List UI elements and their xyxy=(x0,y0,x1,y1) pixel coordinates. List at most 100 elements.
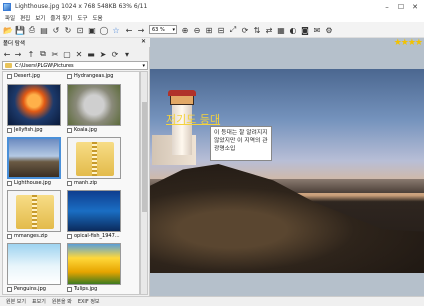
refresh-icon[interactable]: ⟳ xyxy=(240,25,250,35)
main-toolbar: 📂 💾 ⎙ ▤ ↺ ↻ ⊡ ▣ ◯ ☆ ← → 63 % ▾ ⊕ ⊖ ⊞ ⊟ ⤢… xyxy=(0,22,424,38)
checkbox[interactable] xyxy=(67,233,72,239)
refresh-icon[interactable]: ⟳ xyxy=(110,49,120,59)
status-original-view[interactable]: 원본 보기 xyxy=(6,298,26,305)
zip-icon[interactable] xyxy=(7,190,61,232)
camera-icon[interactable]: ◙ xyxy=(300,25,310,35)
thumbnail-caption: Koala.jpg xyxy=(67,127,123,133)
mail-icon[interactable]: ✉ xyxy=(312,25,322,35)
main-image[interactable]: 저기도 등대 이 등대는 잘 알려지지 않았지만 이 지역의 관광명소입 xyxy=(150,69,424,273)
panel-close-button[interactable]: ✕ xyxy=(141,38,146,45)
thumbnail-item[interactable]: Koala.jpg xyxy=(67,84,123,133)
thumbnail-image[interactable] xyxy=(67,84,121,126)
zoom-select[interactable]: 63 % ▾ xyxy=(149,25,177,34)
menu-file[interactable]: 파일 xyxy=(5,14,15,22)
checkbox[interactable] xyxy=(7,180,12,186)
thumbnail-caption: Lighthouse.jpg xyxy=(7,180,63,186)
menu-view[interactable]: 보기 xyxy=(35,14,45,22)
image-note[interactable]: 이 등대는 잘 알려지지 않았지만 이 지역의 관광명소입 xyxy=(210,126,272,161)
checkbox[interactable] xyxy=(67,127,72,133)
back-arrow-icon[interactable]: ← xyxy=(124,25,134,35)
thumbnail-caption: opical-fish_1947... xyxy=(67,233,123,239)
title-bar: Lighthouse.jpg 1024 x 768 548KB 63% 6/11… xyxy=(0,0,424,13)
status-table-view[interactable]: 표보기 xyxy=(32,298,46,305)
crop-icon[interactable]: ⊡ xyxy=(75,25,85,35)
zip-icon[interactable] xyxy=(67,137,121,179)
scrollbar-thumb[interactable] xyxy=(142,102,147,212)
thumbnail-item[interactable]: Penguins.jpg xyxy=(7,243,63,292)
adjust-icon[interactable]: ◐ xyxy=(288,25,298,35)
checkbox[interactable] xyxy=(67,286,72,292)
thumbnail-item[interactable]: Jellyfish.jpg xyxy=(7,84,63,133)
maximize-button[interactable]: ☐ xyxy=(394,0,408,13)
path-text: C:\Users\PLGW\Pictures xyxy=(15,62,74,69)
forward-icon[interactable]: → xyxy=(13,49,23,59)
settings-icon[interactable]: ⚙ xyxy=(324,25,334,35)
back-icon[interactable]: ← xyxy=(2,49,12,59)
menu-help[interactable]: 도움 xyxy=(93,14,103,22)
minimize-button[interactable]: – xyxy=(380,0,394,13)
thumbnail-item[interactable]: manh.zip xyxy=(67,137,123,186)
menu-edit[interactable]: 편집 xyxy=(20,14,30,22)
thumbnail-image[interactable] xyxy=(7,84,61,126)
thumbnail-caption[interactable]: Hydrangeas.jpg xyxy=(67,73,113,79)
open-folder-icon[interactable]: 📂 xyxy=(3,25,13,35)
checkbox[interactable] xyxy=(7,73,12,79)
status-bar: 원본 보기 표보기 원본을 봐 EXIF 정보 xyxy=(0,296,424,306)
thumbnail-caption: mmanges.zip xyxy=(7,233,63,239)
new-folder-icon[interactable]: ▬ xyxy=(86,49,96,59)
image-caption-title: 저기도 등대 xyxy=(166,113,221,126)
fullscreen-icon[interactable]: ▣ xyxy=(87,25,97,35)
flip-icon[interactable]: ⇅ xyxy=(252,25,262,35)
image-view[interactable]: ★★★★ 저기도 등대 이 등대는 잘 알려지지 않았지만 이 지역의 관광명소… xyxy=(150,38,424,296)
delete-icon[interactable]: ✕ xyxy=(74,49,84,59)
thumbnail-image[interactable] xyxy=(7,137,61,179)
move-icon[interactable]: ➤ xyxy=(98,49,108,59)
thumbnail-caption[interactable]: Desert.jpg xyxy=(7,73,40,79)
bookmark-icon[interactable]: ☆ xyxy=(111,25,121,35)
checkbox[interactable] xyxy=(67,73,72,79)
checkbox[interactable] xyxy=(7,233,12,239)
thumbnail-item[interactable]: mmanges.zip xyxy=(7,190,63,239)
print-icon[interactable]: ⎙ xyxy=(27,25,37,35)
menu-tools[interactable]: 도구 xyxy=(77,14,87,22)
thumbnail-item[interactable]: Tulips.jpg xyxy=(67,243,123,292)
cut-icon[interactable]: ✂ xyxy=(50,49,60,59)
up-folder-icon[interactable]: ↑ xyxy=(26,49,36,59)
thumbnail-grid: Desert.jpg Hydrangeas.jpg Jellyfish.jpg … xyxy=(2,71,140,295)
path-bar[interactable]: C:\Users\PLGW\Pictures ▾ xyxy=(2,61,148,70)
film-icon[interactable]: ▤ xyxy=(39,25,49,35)
mirror-icon[interactable]: ⇄ xyxy=(264,25,274,35)
image-lighthouse-roof xyxy=(168,90,196,96)
thumbnail-scrollbar[interactable] xyxy=(140,71,148,295)
zoom-in-icon[interactable]: ⊕ xyxy=(180,25,190,35)
view-mode-icon[interactable]: ▾ xyxy=(122,49,132,59)
rotate-right-icon[interactable]: ↻ xyxy=(63,25,73,35)
rotate-left-icon[interactable]: ↺ xyxy=(51,25,61,35)
status-exif[interactable]: EXIF 정보 xyxy=(78,298,100,305)
thumbnail-image[interactable] xyxy=(7,243,61,285)
chevron-down-icon[interactable]: ▾ xyxy=(142,63,145,69)
thumbnail-image[interactable] xyxy=(67,243,121,285)
expand-icon[interactable]: ⤢ xyxy=(228,25,238,35)
thumbnail-item[interactable]: opical-fish_1947... xyxy=(67,190,123,239)
zoom-out-icon[interactable]: ⊖ xyxy=(192,25,202,35)
paste-icon[interactable]: ▢ xyxy=(62,49,72,59)
actual-size-icon[interactable]: ⊟ xyxy=(216,25,226,35)
save-icon[interactable]: 💾 xyxy=(15,25,25,35)
slideshow-icon[interactable]: ◯ xyxy=(99,25,109,35)
thumbnail-image[interactable] xyxy=(67,190,121,232)
fit-window-icon[interactable]: ⊞ xyxy=(204,25,214,35)
copy-icon[interactable]: ⧉ xyxy=(38,49,48,59)
forward-arrow-icon[interactable]: → xyxy=(136,25,146,35)
checkbox[interactable] xyxy=(7,127,12,133)
thumbnail-caption: Jellyfish.jpg xyxy=(7,127,63,133)
rating-stars[interactable]: ★★★★ xyxy=(394,38,423,48)
checkbox[interactable] xyxy=(67,180,72,186)
checkbox[interactable] xyxy=(7,286,12,292)
thumbnail-item-selected[interactable]: Lighthouse.jpg xyxy=(7,137,63,186)
menu-favorites[interactable]: 즐겨 찾기 xyxy=(50,14,72,22)
status-original[interactable]: 원본을 봐 xyxy=(52,298,72,305)
grid-icon[interactable]: ▦ xyxy=(276,25,286,35)
panel-title: 폴더 탐색 xyxy=(3,40,25,47)
close-button[interactable]: ✕ xyxy=(408,0,422,13)
